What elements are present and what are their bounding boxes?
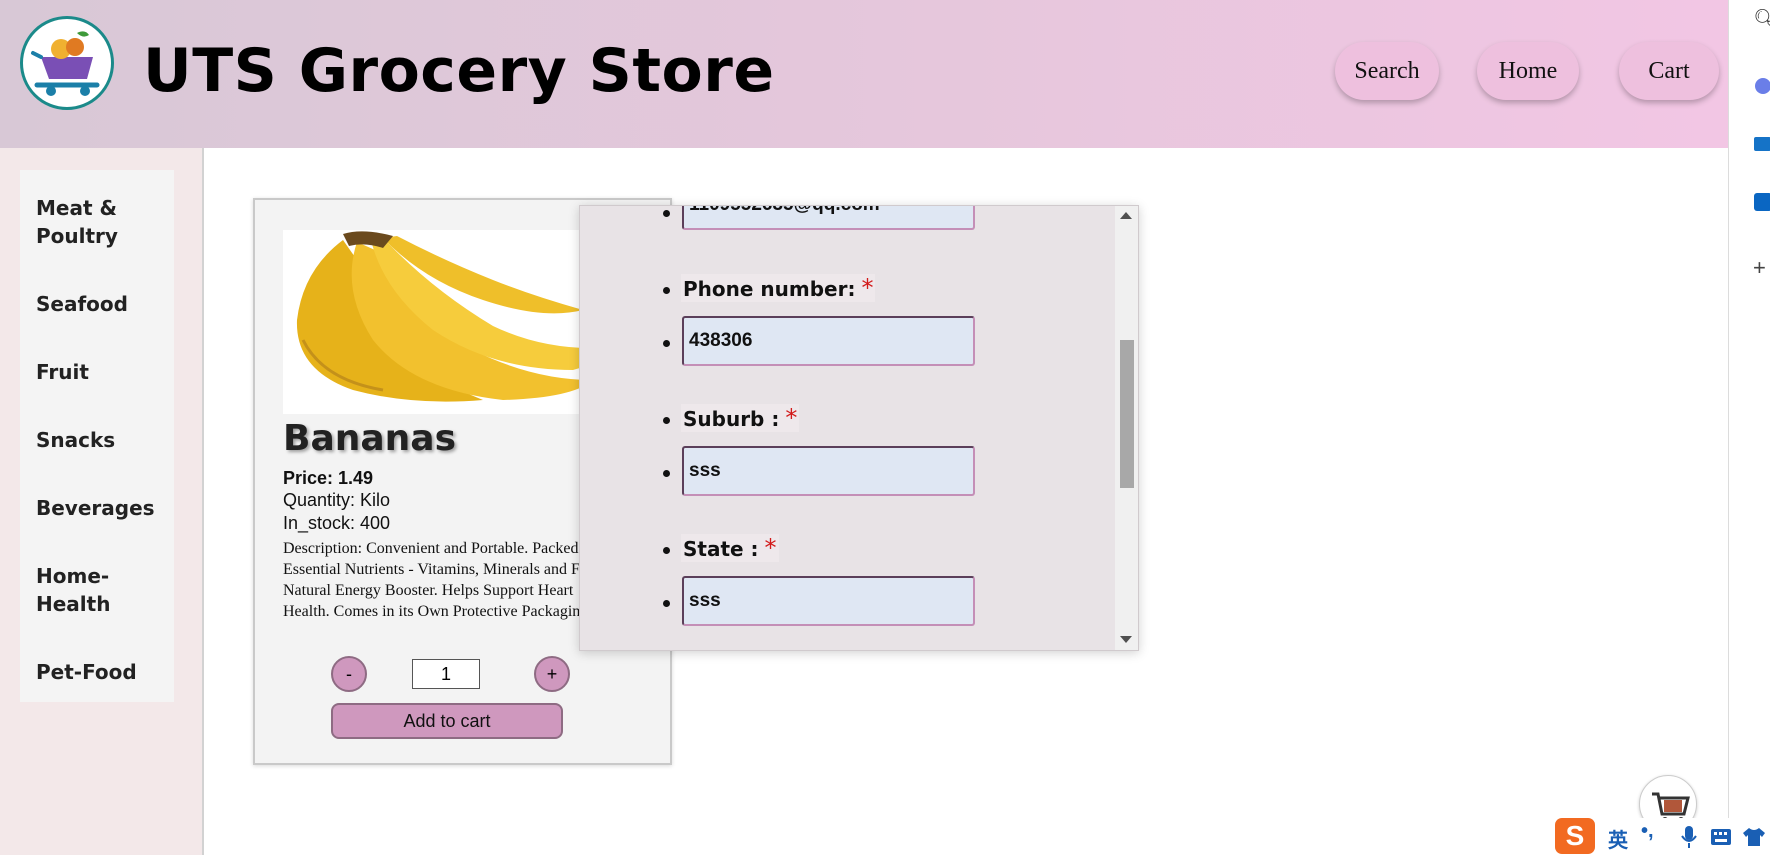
add-icon[interactable]: + [1753,256,1770,280]
list-bullet [663,470,670,477]
category-beverages[interactable]: Beverages [36,494,166,522]
state-label: State : * [681,534,779,562]
required-star: * [785,404,798,432]
phone-label: Phone number: * [681,274,876,302]
nav-home-button[interactable]: Home [1477,42,1579,100]
browser-side-panel: 🔍︎ + [1728,0,1770,855]
ime-toolbar: S 英 •, [1553,818,1770,855]
scroll-down-arrow-icon[interactable] [1120,636,1132,643]
suburb-label: Suburb : * [681,404,800,432]
phone-number-field[interactable] [682,316,975,366]
quantity-input[interactable] [412,659,480,689]
microphone-icon[interactable] [1681,826,1697,848]
product-price: Price: 1.49 [283,468,374,488]
sogou-ime-icon[interactable]: S [1555,818,1595,854]
list-bullet [663,547,670,554]
category-seafood[interactable]: Seafood [36,290,166,318]
product-stock: In_stock: 400 [283,513,391,533]
outlook-icon[interactable] [1753,134,1770,158]
nav-cart-button[interactable]: Cart [1619,42,1719,100]
quantity-decrease-button[interactable]: - [331,656,367,692]
form-scrollbar[interactable] [1115,206,1138,650]
list-bullet [663,287,670,294]
suburb-field[interactable] [682,446,975,496]
scroll-up-arrow-icon[interactable] [1120,212,1132,219]
required-star: * [764,534,777,562]
checkout-form-list: Phone number:* Suburb :* State :* [580,206,1115,650]
scroll-thumb[interactable] [1120,340,1134,488]
add-to-cart-button[interactable]: Add to cart [331,703,563,739]
nav-search-button[interactable]: Search [1335,42,1439,100]
list-bullet [663,417,670,424]
checkout-form-popup: Phone number:* Suburb :* State :* [579,205,1139,651]
banana-image [283,230,613,414]
store-cart-logo[interactable] [20,16,114,110]
category-meat-poultry[interactable]: Meat & Poultry [36,194,166,250]
suburb-label-text: Suburb : [683,407,780,431]
product-name: Bananas [283,418,457,459]
copilot-icon[interactable] [1753,76,1770,100]
skin-shirt-icon[interactable] [1743,828,1765,846]
product-quantity-unit: Quantity: Kilo [283,490,391,510]
state-label-text: State : [683,537,759,561]
state-field[interactable] [682,576,975,626]
product-description: Description: Convenient and Portable. Pa… [283,540,611,620]
list-bullet [663,600,670,607]
list-bullet [663,210,670,217]
category-fruit[interactable]: Fruit [36,358,166,386]
ime-language-toggle[interactable]: 英 [1608,824,1628,853]
email-field[interactable] [682,206,975,230]
ime-punctuation-toggle[interactable]: •, [1641,820,1654,843]
quantity-increase-button[interactable]: + [534,656,570,692]
linkedin-icon[interactable] [1753,192,1770,216]
keyboard-icon[interactable] [1711,829,1731,845]
site-header: UTS Grocery Store Search Home Cart [0,0,1728,148]
required-star: * [861,274,874,302]
category-snacks[interactable]: Snacks [36,426,166,454]
list-bullet [663,340,670,347]
site-title: UTS Grocery Store [143,36,775,106]
search-icon[interactable]: 🔍︎ [1753,8,1770,32]
category-menu: Meat & Poultry Seafood Fruit Snacks Beve… [20,170,174,702]
phone-label-text: Phone number: [683,277,856,301]
category-home-health[interactable]: Home-Health [36,562,116,618]
category-pet-food[interactable]: Pet-Food [36,658,166,686]
